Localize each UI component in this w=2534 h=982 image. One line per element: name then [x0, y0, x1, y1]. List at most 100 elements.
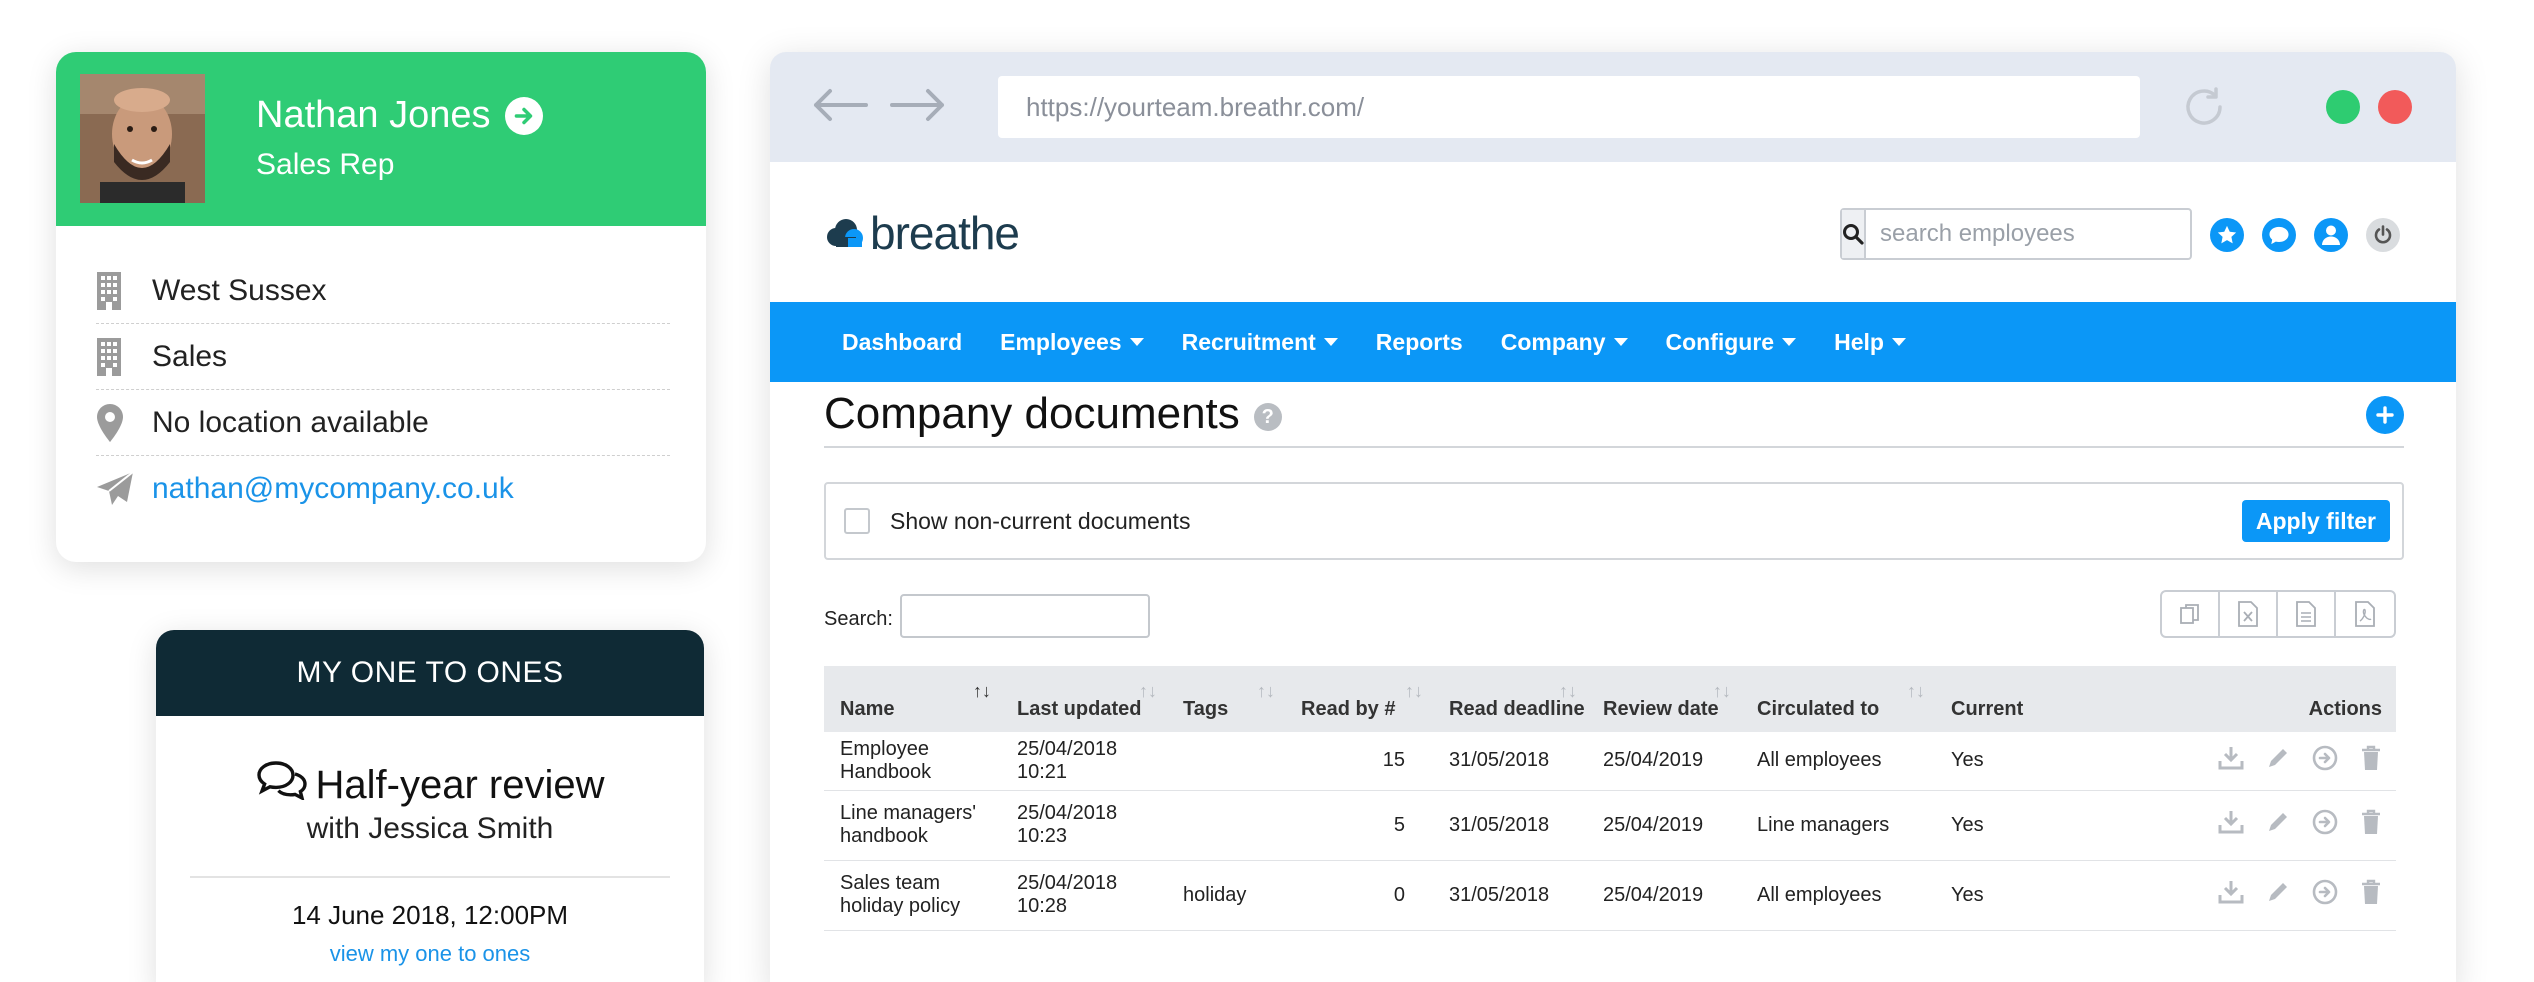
pdf-icon[interactable] [2336, 592, 2394, 636]
edit-icon[interactable] [2266, 746, 2290, 776]
column-header-tags[interactable]: Tags ↑↓ [1167, 666, 1285, 732]
sort-icon: ↑↓ [1405, 681, 1423, 701]
nav-label: Help [1834, 328, 1884, 355]
plus-icon [2376, 406, 2394, 424]
cell-tags [1167, 732, 1285, 791]
edit-icon[interactable] [2266, 810, 2290, 840]
column-header-actions: Actions [2065, 666, 2396, 732]
cell-read-deadline: 31/05/2018 [1433, 790, 1587, 861]
nav-employees[interactable]: Employees [1000, 329, 1144, 356]
profile-location-text: West Sussex [152, 273, 327, 307]
breathe-logo[interactable]: breathe [826, 206, 1020, 260]
download-icon[interactable] [2218, 746, 2244, 776]
search-icon [1843, 224, 1864, 245]
cell-actions [2065, 860, 2396, 931]
trash-icon[interactable] [2360, 745, 2382, 777]
filter-panel: Show non-current documents Apply filter [824, 482, 2404, 560]
column-header-circulated-to[interactable]: Circulated to ↑↓ [1741, 666, 1935, 732]
trash-icon[interactable] [2360, 809, 2382, 841]
cell-last-updated: 25/04/2018 10:23 [1001, 790, 1167, 861]
column-header-read-by[interactable]: Read by # ↑↓ [1285, 666, 1433, 732]
copy-icon[interactable] [2162, 592, 2220, 636]
caret-down-icon [1782, 338, 1797, 346]
column-header-last-updated[interactable]: Last updated ↑↓ [1001, 666, 1167, 732]
chat-icon[interactable] [2262, 218, 2296, 252]
profile-email-link[interactable]: nathan@mycompany.co.uk [152, 472, 514, 506]
window-maximize-button[interactable] [2326, 90, 2360, 124]
user-icon[interactable] [2314, 218, 2348, 252]
apply-filter-button[interactable]: Apply filter [2241, 500, 2390, 542]
nav-company[interactable]: Company [1501, 329, 1628, 356]
address-bar-url: https://yourteam.breathr.com/ [1026, 91, 1365, 122]
nav-configure[interactable]: Configure [1666, 329, 1797, 356]
app-header: breathe [770, 162, 2456, 302]
sort-icon: ↑↓ [1139, 681, 1157, 701]
employee-search [1840, 208, 2192, 260]
caret-down-icon [1891, 338, 1906, 346]
nav-reports[interactable]: Reports [1376, 329, 1463, 356]
page-title-row: Company documents ? [824, 382, 2404, 448]
profile-row-email[interactable]: nathan@mycompany.co.uk [96, 456, 670, 522]
sort-icon: ↑↓ [1559, 681, 1577, 701]
nav-label: Configure [1665, 328, 1775, 355]
profile-row-department: Sales [96, 324, 670, 390]
column-header-review-date[interactable]: Review date ↑↓ [1587, 666, 1741, 732]
power-icon[interactable] [2366, 218, 2400, 252]
column-header-read-deadline[interactable]: Read deadline ↑↓ [1433, 666, 1587, 732]
cell-read-by: 0 [1285, 860, 1433, 931]
show-non-current-checkbox[interactable] [844, 508, 870, 534]
divider [190, 876, 670, 878]
column-header-current[interactable]: Current [1935, 666, 2065, 732]
reload-icon[interactable] [2182, 85, 2226, 134]
arrow-right-circle-icon[interactable] [2312, 809, 2338, 841]
trash-icon[interactable] [2360, 879, 2382, 911]
one-to-one-title: Half-year review [156, 760, 704, 810]
view-one-to-ones-link[interactable]: view my one to ones [156, 941, 704, 967]
nav-recruitment[interactable]: Recruitment [1182, 329, 1338, 356]
column-label: Name [840, 698, 895, 720]
table-search-input[interactable] [900, 594, 1150, 638]
search-employees-input[interactable] [1866, 210, 2190, 258]
excel-icon[interactable] [2220, 592, 2278, 636]
download-icon[interactable] [2218, 810, 2244, 840]
edit-icon[interactable] [2266, 880, 2290, 910]
cell-current: Yes [1935, 790, 2065, 861]
arrow-right-circle-icon[interactable] [2312, 745, 2338, 777]
browser-toolbar: https://yourteam.breathr.com/ [770, 52, 2456, 162]
arrow-right-circle-icon[interactable] [2312, 879, 2338, 911]
cloud-logo-icon [827, 219, 863, 247]
caret-down-icon [1323, 338, 1338, 346]
page-title: Company documents [824, 389, 1240, 438]
profile-name[interactable]: Nathan Jones [256, 94, 543, 137]
one-to-ones-card: MY ONE TO ONES Half-year review with Jes… [156, 630, 704, 982]
caret-down-icon [1129, 338, 1144, 346]
cell-read-deadline: 31/05/2018 [1433, 860, 1587, 931]
search-button[interactable] [1842, 210, 1866, 258]
nav-dashboard[interactable]: Dashboard [842, 329, 962, 356]
profile-row-address: No location available [96, 390, 670, 456]
back-arrow-icon[interactable] [812, 87, 868, 128]
cell-review-date: 25/04/2019 [1587, 790, 1741, 861]
nav-label: Recruitment [1181, 328, 1316, 355]
table-row[interactable]: Sales team holiday policy 25/04/2018 10:… [824, 860, 2396, 931]
nav-label: Dashboard [842, 328, 963, 355]
cell-actions [2065, 732, 2396, 791]
csv-icon[interactable] [2278, 592, 2336, 636]
column-header-name[interactable]: Name ↑↓ [824, 666, 1001, 732]
sort-icon: ↑↓ [973, 681, 991, 701]
table-row[interactable]: Employee Handbook 25/04/2018 10:21 15 31… [824, 732, 2396, 791]
forward-arrow-icon[interactable] [890, 87, 946, 128]
help-icon[interactable]: ? [1253, 403, 1282, 431]
table-row[interactable]: Line managers' handbook 25/04/2018 10:23… [824, 790, 2396, 861]
add-document-button[interactable] [2366, 396, 2404, 434]
window-close-button[interactable] [2378, 90, 2412, 124]
nav-help[interactable]: Help [1834, 329, 1906, 356]
address-bar[interactable]: https://yourteam.breathr.com/ [998, 76, 2140, 138]
download-icon[interactable] [2218, 880, 2244, 910]
sort-icon: ↑↓ [1907, 681, 1925, 701]
browser-window: https://yourteam.breathr.com/ breathe se… [770, 52, 2456, 982]
cell-name: Employee Handbook [824, 732, 1001, 791]
star-icon[interactable] [2210, 218, 2244, 252]
sort-icon: ↑↓ [1257, 681, 1275, 701]
arrow-right-circle-icon[interactable] [504, 96, 543, 135]
